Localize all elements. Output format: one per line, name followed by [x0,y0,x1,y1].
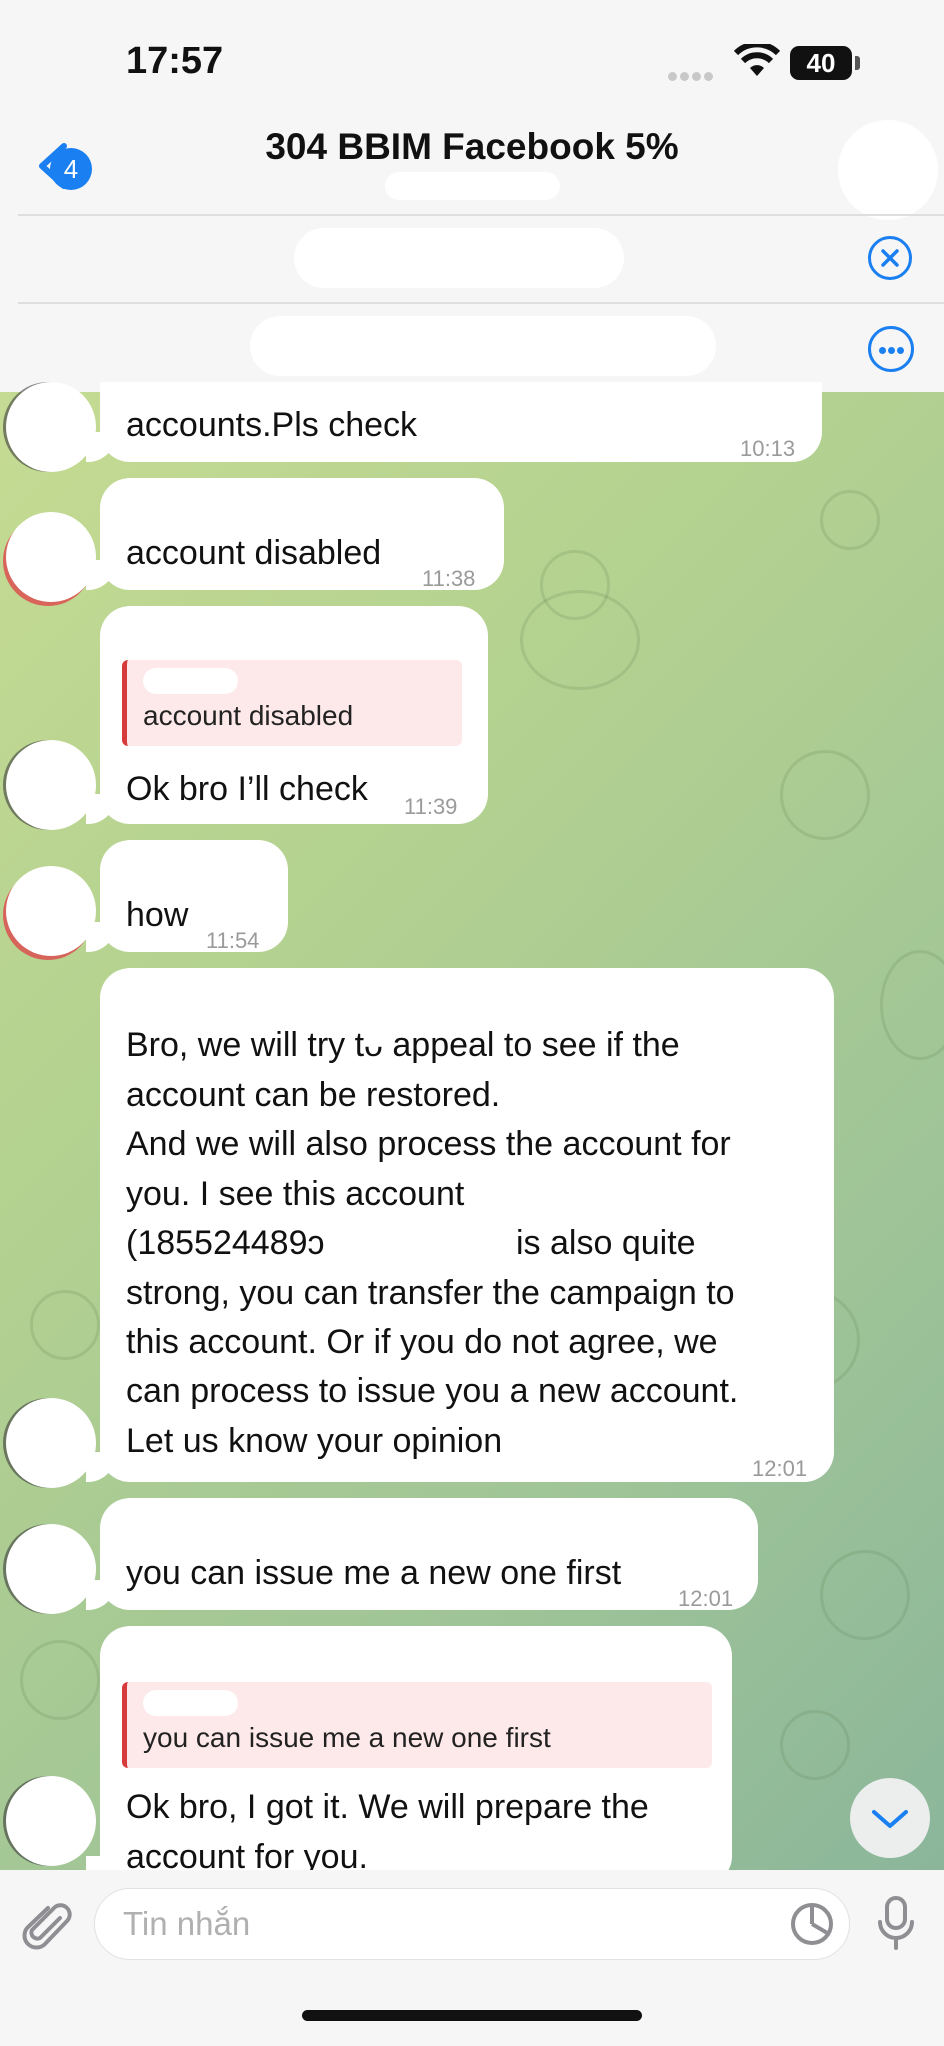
chat-title[interactable]: 304 BBIM Facebook 5% [0,126,944,168]
message-bubble[interactable]: account disabled 11:38 [86,478,504,591]
message-bubble[interactable]: you can issue me a new one first Ok bro,… [86,1626,732,1891]
reply-text: account disabled [143,700,354,731]
scroll-to-bottom-button[interactable] [850,1778,930,1858]
reply-author [143,1690,238,1716]
message-time: 11:38 [422,566,476,591]
message-line: account can be restored. [126,1076,501,1114]
message-line: strong, you can transfer the campaign to [126,1274,735,1312]
sender-avatar[interactable] [6,512,96,602]
sender-avatar[interactable] [6,740,96,830]
sender-avatar[interactable] [6,1524,96,1614]
close-icon[interactable] [868,236,912,280]
message-time: 11:39 [404,794,458,819]
message-bubble[interactable]: account disabled Ok bro I’ll check 11:39 [86,606,488,824]
message-bubble[interactable]: accounts.Pls check 10:13 [86,382,822,462]
message-composer: Tin nhắn [0,1870,944,2046]
message-line: (185524489ɔ [126,1224,325,1262]
battery-tip [855,56,860,70]
message-line: Ok bro, I got it. We will prepare the [126,1788,649,1826]
redacted-text [356,1222,506,1264]
chevron-down-icon [872,1810,908,1828]
sender-avatar[interactable] [6,866,96,956]
divider [18,214,944,216]
message-line: you. I see this account [126,1175,465,1213]
action-banner[interactable] [250,316,716,376]
message-line: can process to issue you a new account. [126,1372,739,1410]
battery-level: 40 [806,48,836,78]
sender-avatar[interactable] [6,1776,96,1866]
battery-icon: 40 [790,46,852,80]
message-bubble[interactable]: you can issue me a new one first 12:01 [86,1498,758,1611]
sticker-icon[interactable] [788,1900,836,1948]
sender-avatar[interactable] [6,382,96,472]
message-text: how [126,896,189,934]
message-bubble[interactable]: Bro, we will try tᴗ appeal to see if the… [86,968,834,1482]
chat-avatar[interactable] [838,120,938,220]
status-time: 17:57 [126,40,224,82]
message-line: Let us know your opinion [126,1422,503,1460]
reply-author [143,668,238,694]
message-text: accounts.Pls check [126,406,418,444]
home-indicator [302,2010,642,2021]
more-options-icon[interactable] [868,326,914,372]
pinned-banner[interactable] [294,228,624,288]
message-line: this account. Or if you do not agree, we [126,1323,718,1361]
sender-avatar[interactable] [6,1398,96,1488]
divider [18,302,944,304]
reply-quote[interactable]: you can issue me a new one first [122,1682,712,1768]
message-line: is also quite [516,1224,696,1262]
message-line: And we will also process the account for [126,1125,731,1163]
wifi-icon [734,44,780,76]
message-bubble[interactable]: how 11:54 [86,840,288,953]
reply-quote[interactable]: account disabled [122,660,462,746]
message-time: 12:01 [752,1456,808,1481]
attach-icon[interactable] [20,1900,76,1956]
message-text: account disabled [126,534,382,572]
chat-header: 17:57 40 4 304 BBIM Facebook 5% [0,0,944,392]
reply-text: you can issue me a new one first [143,1722,551,1753]
message-time: 10:13 [740,436,796,461]
microphone-icon[interactable] [876,1894,916,1954]
message-text: Ok bro I’ll check [126,770,368,808]
message-time: 11:54 [206,928,260,953]
message-text: you can issue me a new one first [126,1554,622,1592]
message-time: 12:01 [678,1586,734,1611]
chat-subtitle [385,172,560,200]
message-input[interactable]: Tin nhắn [94,1888,850,1960]
message-line: Bro, we will try tᴗ appeal to see if the [126,1026,680,1064]
signal-icon [668,68,716,86]
